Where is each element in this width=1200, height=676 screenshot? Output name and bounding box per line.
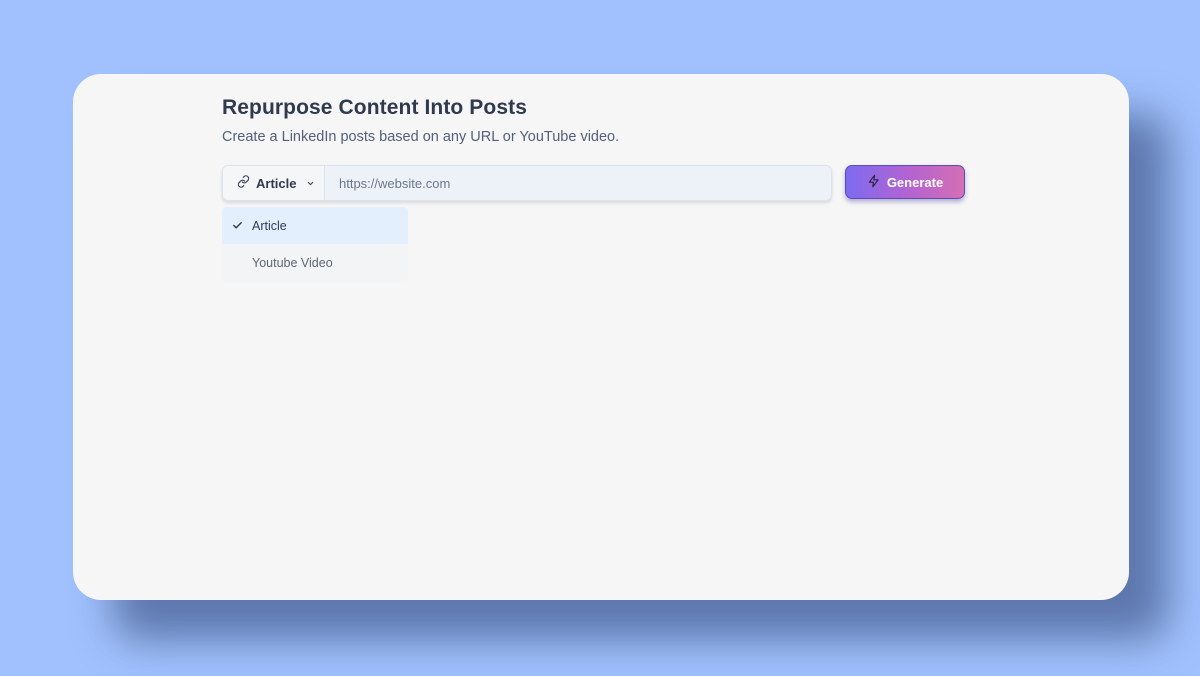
content-type-dropdown: Article Youtube Video — [222, 207, 408, 283]
dropdown-option-label: Article — [252, 218, 287, 233]
page-subtitle: Create a LinkedIn posts based on any URL… — [222, 129, 620, 145]
main-card — [73, 74, 1129, 600]
generate-button-label: Generate — [886, 174, 944, 190]
chevron-down-icon — [306, 176, 315, 191]
url-input[interactable] — [325, 166, 831, 200]
check-icon — [222, 220, 252, 231]
lightning-icon — [867, 174, 881, 191]
dropdown-option-youtube-video[interactable]: Youtube Video — [222, 244, 408, 281]
link-icon — [237, 175, 250, 191]
page-title: Repurpose Content Into Posts — [222, 96, 527, 119]
generate-button[interactable]: Generate — [845, 165, 965, 199]
content-type-select[interactable]: Article — [223, 166, 325, 200]
url-input-group: Article — [222, 165, 832, 201]
dropdown-option-article[interactable]: Article — [222, 207, 408, 244]
content-type-selected-label: Article — [256, 175, 297, 191]
dropdown-option-label: Youtube Video — [252, 255, 333, 270]
